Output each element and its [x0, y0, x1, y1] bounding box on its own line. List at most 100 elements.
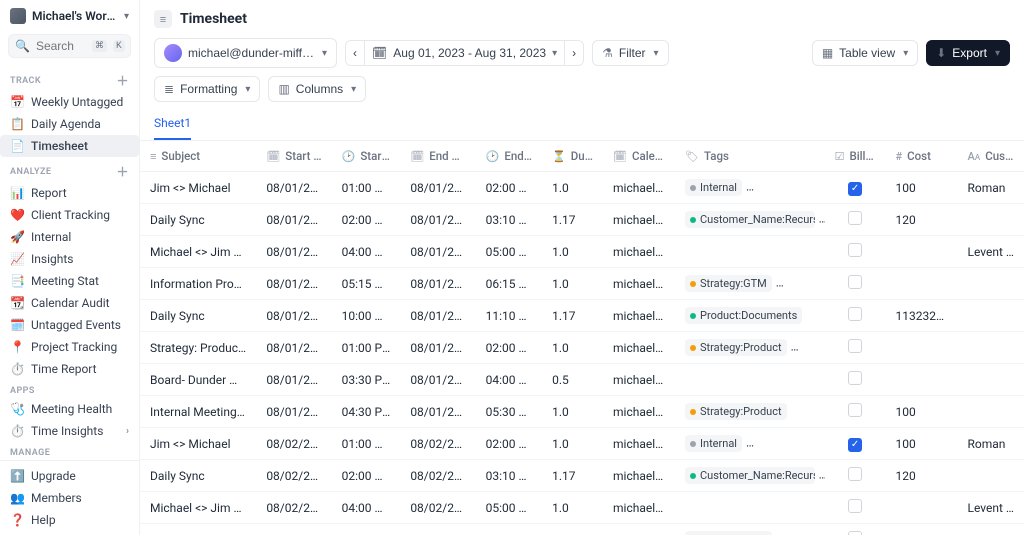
tab-sheet1[interactable]: Sheet1 [154, 110, 191, 140]
table-row[interactable]: Michael <> Jim <> Erin08/02/202304:00 AM… [140, 492, 1024, 524]
nav-label: Time Insights [31, 424, 103, 438]
cell-start-date: 08/02/2023 [256, 428, 331, 460]
billable-checkbox[interactable] [848, 499, 862, 513]
nav-item-timesheet[interactable]: 📄Timesheet [0, 135, 139, 157]
cell-end-time: 05:00 AM [476, 236, 542, 268]
table-row[interactable]: Michael <> Jim <> Erin08/01/202304:00 AM… [140, 236, 1024, 268]
nav-item-report[interactable]: 📊Report [0, 182, 139, 204]
tag-pill[interactable]: Internal [685, 179, 742, 196]
date-range-button[interactable]: 🗓 Aug 01, 2023 - Aug 31, 2023 ▾ [364, 41, 564, 65]
table-row[interactable]: Jim <> Michael08/02/202301:00 AM08/02/20… [140, 428, 1024, 460]
nav-item-calendar-audit[interactable]: 📆Calendar Audit [0, 292, 139, 314]
cell-subject: Daily Sync [140, 460, 256, 492]
billable-checkbox[interactable] [848, 339, 862, 353]
tag-pill[interactable]: Project_Moonshot [746, 179, 825, 196]
tag-pill[interactable]: Internal [685, 435, 742, 452]
filter-button[interactable]: ⚗ Filter ▾ [592, 40, 668, 66]
cell-billable [825, 364, 886, 396]
date-prev-button[interactable]: ‹ [346, 41, 364, 65]
nav-item-meeting-stat[interactable]: 📑Meeting Stat [0, 270, 139, 292]
nav-item-client-tracking[interactable]: ❤️Client Tracking [0, 204, 139, 226]
billable-checkbox[interactable] [848, 371, 862, 385]
avatar [164, 44, 182, 62]
cell-tags: Strategy:ProductRevenue [675, 332, 825, 364]
nav-item-project-tracking[interactable]: 📍Project Tracking [0, 336, 139, 358]
table-row[interactable]: Daily Sync08/02/202302:00 AM08/02/202303… [140, 460, 1024, 492]
add-track-icon[interactable]: ＋ [117, 72, 129, 89]
user-picker[interactable]: michael@dunder-miff… ▾ [154, 38, 337, 68]
table-view-button[interactable]: ▦ Table view ▾ [812, 40, 918, 66]
nav-item-weekly-untagged[interactable]: 📅Weekly Untagged [0, 91, 139, 113]
cell-start-date: 08/01/2023 [256, 172, 331, 204]
col-start-date[interactable]: 🗓Start Date [256, 141, 331, 172]
nav-label: Calendar Audit [31, 296, 110, 310]
col-duration[interactable]: ⏳Duration [542, 141, 603, 172]
export-label: Export [952, 46, 987, 60]
table-row[interactable]: Board- Dunder Mifflin Co…08/01/202303:30… [140, 364, 1024, 396]
page-icon: ≡ [154, 10, 172, 28]
col-start-time[interactable]: 🕑Start Time [332, 141, 401, 172]
table-row[interactable]: Internal Meeting With Ma…08/01/202304:30… [140, 396, 1024, 428]
nav-item-time-report[interactable]: ⏱️Time Report [0, 358, 139, 380]
col-cost[interactable]: #Cost [885, 141, 957, 172]
tag-pill[interactable]: Strategy:Product [685, 403, 787, 420]
cell-cost [885, 268, 957, 300]
cell-duration: 1.0 [542, 172, 603, 204]
table-row[interactable]: Daily Sync08/01/202310:00 AM08/01/202311… [140, 300, 1024, 332]
formatting-button[interactable]: ≣ Formatting ▾ [154, 76, 260, 102]
nav-item-insights[interactable]: 📈Insights [0, 248, 139, 270]
nav-item-members[interactable]: 👥Members [0, 487, 139, 509]
billable-checkbox[interactable] [848, 531, 862, 535]
billable-checkbox[interactable] [848, 403, 862, 417]
table-row[interactable]: Jim <> Michael08/01/202301:00 AM08/01/20… [140, 172, 1024, 204]
cell-start-date: 08/02/2023 [256, 492, 331, 524]
tag-pill[interactable]: Strategy:Product [685, 339, 787, 356]
cell-subject: Daily Sync [140, 204, 256, 236]
billable-checkbox[interactable] [848, 307, 862, 321]
table-row[interactable]: Daily Sync08/01/202302:00 AM08/01/202303… [140, 204, 1024, 236]
cell-duration: 1.17 [542, 204, 603, 236]
billable-checkbox[interactable] [848, 275, 862, 289]
col-customer[interactable]: AᴀCustome… [957, 141, 1024, 172]
billable-checkbox[interactable] [848, 243, 862, 257]
billable-checkbox[interactable]: ✓ [848, 182, 862, 196]
date-next-button[interactable]: › [564, 41, 583, 65]
cell-end-date: 08/01/2023 [400, 396, 475, 428]
tag-icon: 🏷 [685, 150, 699, 163]
nav-item-internal[interactable]: 🚀Internal [0, 226, 139, 248]
workspace-switcher[interactable]: Michael's Workspace ▾ [0, 0, 139, 30]
col-end-time[interactable]: 🕑End Time [476, 141, 542, 172]
add-analyze-icon[interactable]: ＋ [117, 163, 129, 180]
tag-pill[interactable]: Customer_Name:Recursion [685, 211, 815, 228]
nav-item-help[interactable]: ❓Help [0, 509, 139, 531]
search-input[interactable]: 🔍 ⌘ K [8, 34, 131, 58]
tag-pill[interactable]: Project_Moonshot [746, 435, 825, 452]
search-field[interactable] [36, 39, 86, 53]
columns-button[interactable]: ▥ Columns ▾ [268, 76, 366, 102]
sheet-tabs: Sheet1 [140, 110, 1024, 141]
table-row[interactable]: Strategy: Product Road…08/01/202301:00 P… [140, 332, 1024, 364]
nav-item-meeting-health[interactable]: 🩺Meeting Health [0, 398, 139, 420]
columns-icon: ▥ [278, 82, 289, 96]
col-billable[interactable]: ☑Billable_… [825, 141, 886, 172]
table-scroll[interactable]: ≡Subject 🗓Start Date 🕑Start Time 🗓End Da… [140, 141, 1024, 535]
nav-item-upgrade[interactable]: ⬆️Upgrade [0, 465, 139, 487]
billable-checkbox[interactable]: ✓ [848, 438, 862, 452]
workspace-avatar [10, 8, 26, 24]
col-subject[interactable]: ≡Subject [140, 141, 256, 172]
table-row[interactable]: Information Processing08/01/202305:15 AM… [140, 268, 1024, 300]
billable-checkbox[interactable] [848, 211, 862, 225]
nav-item-time-insights[interactable]: ⏱️Time Insights› [0, 420, 139, 442]
billable-checkbox[interactable] [848, 467, 862, 481]
nav-item-untagged-events[interactable]: 🗓️Untagged Events [0, 314, 139, 336]
col-end-date[interactable]: 🗓End Date [400, 141, 475, 172]
tag-pill[interactable]: Strategy:GTM [685, 531, 772, 535]
tag-pill[interactable]: Customer_Name:Recursion [685, 467, 815, 484]
nav-item-daily-agenda[interactable]: 📋Daily Agenda [0, 113, 139, 135]
tag-pill[interactable]: Strategy:GTM [685, 275, 772, 292]
table-row[interactable]: Information Processing08/02/202305:15 AM… [140, 524, 1024, 535]
tag-pill[interactable]: Product:Documents [685, 307, 802, 324]
col-tags[interactable]: 🏷Tags [675, 141, 825, 172]
export-button[interactable]: ⬇ Export ▾ [926, 40, 1010, 66]
col-calendar[interactable]: 🗓Calendar [603, 141, 675, 172]
